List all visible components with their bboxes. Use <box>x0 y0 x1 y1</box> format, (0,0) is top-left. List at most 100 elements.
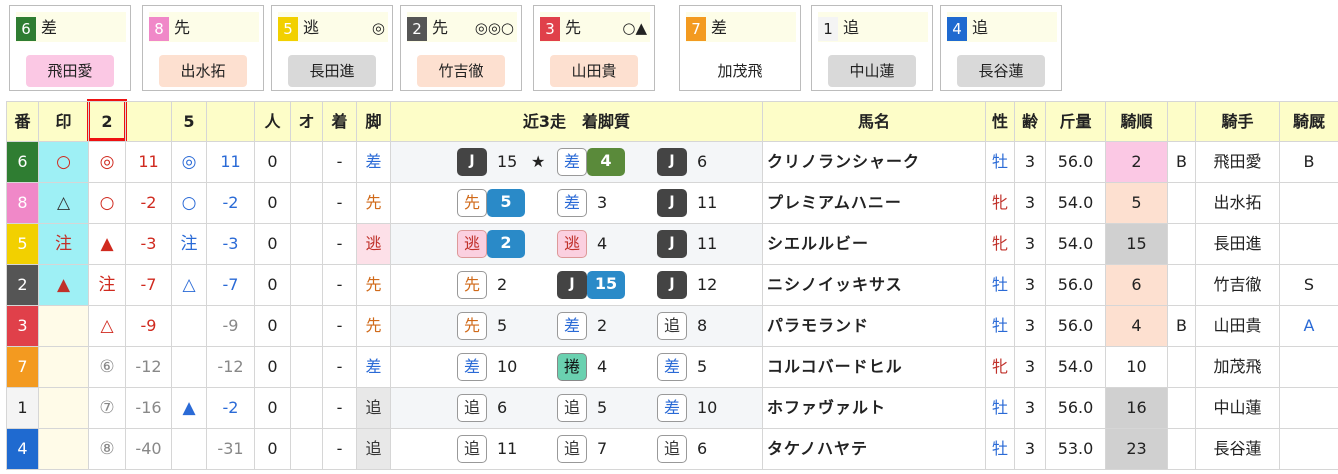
leg-style-cell: 逃 <box>357 224 390 264</box>
jockey-card[interactable]: 4 追長谷蓮 <box>940 5 1062 91</box>
leg-style-cell: 先 <box>357 265 390 305</box>
horse-name-cell[interactable]: タケノハヤテ <box>763 429 985 469</box>
post-number-badge: 8 <box>149 17 169 41</box>
horse-name-link[interactable]: コルコバードヒル <box>767 347 903 387</box>
prediction-mark-cell[interactable] <box>39 429 88 469</box>
popularity-cell: 0 <box>267 316 278 335</box>
horse-name-cell[interactable]: パラモランド <box>763 306 985 346</box>
horse-name-cell[interactable]: プレミアムハニー <box>763 183 985 223</box>
leg-style-cell: 差 <box>357 142 390 182</box>
horse-name-link[interactable]: タケノハヤテ <box>767 429 868 469</box>
odds-cell <box>291 347 322 387</box>
jockey-card[interactable]: 5 逃 ◎ 長田進 <box>271 5 393 91</box>
horse-name-cell[interactable]: シエルルビー <box>763 224 985 264</box>
jockey-card[interactable]: 6 差飛田愛 <box>9 5 131 91</box>
header-mark[interactable]: 印 <box>39 102 88 141</box>
header-horse-name[interactable]: 馬名 <box>763 102 985 141</box>
race-style-badge: 逃 <box>557 230 587 258</box>
prediction-mark-cell[interactable]: ▲ <box>39 265 88 305</box>
jockey-card-header: 5 逃 ◎ <box>278 12 388 42</box>
header-stable[interactable]: 騎厩 <box>1280 102 1338 141</box>
horse-name-cell[interactable]: クリノランシャーク <box>763 142 985 182</box>
jockey-rank-cell: 6 <box>1106 265 1167 305</box>
col2-value-cell: -12 <box>135 357 162 376</box>
prediction-mark-cell[interactable]: △ <box>39 183 88 223</box>
column-divider <box>322 101 323 470</box>
horse-name-link[interactable]: クリノランシャーク <box>767 142 920 182</box>
jockey-cell[interactable]: 長田進 <box>1196 224 1279 264</box>
horse-name-link[interactable]: ホファヴァルト <box>767 388 886 428</box>
horse-name-link[interactable]: ニシノイッキサス <box>767 265 903 305</box>
race-style-badge: 逃 <box>457 230 487 258</box>
jockey-cell[interactable]: 中山蓮 <box>1196 388 1279 428</box>
column-divider <box>1014 101 1015 470</box>
race-finish-number: 3 <box>597 193 608 212</box>
jockey-card[interactable]: 7 差加茂飛 <box>679 5 801 91</box>
prediction-mark-cell[interactable]: 注 <box>39 224 88 264</box>
race-finish-number: 15 <box>587 271 625 299</box>
col2-mark-cell: 注 <box>98 275 116 295</box>
post-number-cell: 7 <box>7 347 38 387</box>
jockey-cell[interactable]: 山田貴 <box>1196 306 1279 346</box>
jockey-cell[interactable]: 加茂飛 <box>1196 347 1279 387</box>
col5-value-cell: -3 <box>222 234 239 253</box>
header-blank[interactable] <box>1168 102 1195 141</box>
prediction-marks: ◎◎○ <box>474 19 514 37</box>
horse-name-link[interactable]: パラモランド <box>767 306 869 346</box>
jockey-card-header: 4追 <box>947 12 1057 42</box>
horse-name-cell[interactable]: コルコバードヒル <box>763 347 985 387</box>
header-sex[interactable]: 性 <box>986 102 1014 141</box>
header-jockey[interactable]: 騎手 <box>1196 102 1279 141</box>
header-col-5[interactable]: 5 <box>172 102 206 141</box>
horse-name-cell[interactable]: ニシノイッキサス <box>763 265 985 305</box>
prediction-mark-cell[interactable] <box>39 347 88 387</box>
jockey-cell[interactable]: 長谷蓮 <box>1196 429 1279 469</box>
header-jockey-rank[interactable]: 騎順 <box>1106 102 1167 141</box>
finish-cell: - <box>336 234 343 253</box>
header-weight[interactable]: 斤量 <box>1046 102 1105 141</box>
race-finish-number: 10 <box>697 398 718 417</box>
leg-style-cell: 先 <box>357 306 390 346</box>
race-style-badge: J <box>657 230 687 258</box>
blinker-flag-cell <box>1168 388 1195 428</box>
header-odds[interactable]: オ <box>291 102 322 141</box>
horse-name-link[interactable]: プレミアムハニー <box>767 183 902 223</box>
jockey-card[interactable]: 3 先 ○▲ 山田貴 <box>533 5 655 91</box>
jockey-cell[interactable]: 飛田愛 <box>1196 142 1279 182</box>
odds-cell <box>291 306 322 346</box>
header-recent-runs[interactable]: 近3走 着脚質 <box>391 102 762 141</box>
col2-mark-cell: ⑥ <box>99 357 115 377</box>
column-divider <box>38 101 39 470</box>
header-age[interactable]: 齢 <box>1015 102 1045 141</box>
race-style-badge: J <box>657 148 687 176</box>
jockey-cell[interactable]: 出水拓 <box>1196 183 1279 223</box>
header-col-2-value[interactable] <box>126 102 171 141</box>
weight-cell: 56.0 <box>1057 398 1094 417</box>
prediction-mark-cell[interactable] <box>39 388 88 428</box>
race-style-badge: 捲 <box>557 353 587 381</box>
jockey-rank-cell: 16 <box>1106 388 1167 428</box>
leg-style-cell: 差 <box>357 347 390 387</box>
race-style-badge: 追 <box>657 435 687 463</box>
horse-name-link[interactable]: シエルルビー <box>767 224 869 264</box>
jockey-card[interactable]: 2 先 ◎◎○ 竹吉徹 <box>400 5 522 91</box>
header-popularity[interactable]: 人 <box>255 102 290 141</box>
column-divider <box>254 101 255 470</box>
race-style-badge: 追 <box>457 435 487 463</box>
col2-value-cell: -7 <box>140 275 157 294</box>
prediction-mark-cell[interactable] <box>39 306 88 346</box>
post-number-cell: 6 <box>7 142 38 182</box>
header-col-5-value[interactable] <box>207 102 254 141</box>
horse-name-cell[interactable]: ホファヴァルト <box>763 388 985 428</box>
prediction-mark-cell[interactable]: ○ <box>39 142 88 182</box>
header-finish[interactable]: 着 <box>323 102 356 141</box>
stable-cell: A <box>1303 316 1315 335</box>
jockey-card[interactable]: 1 追中山蓮 <box>811 5 933 91</box>
odds-cell <box>291 142 322 182</box>
selected-column-highlight <box>87 99 127 141</box>
header-leg[interactable]: 脚 <box>357 102 390 141</box>
jockey-name-chip: 出水拓 <box>159 55 247 87</box>
header-ban[interactable]: 番 <box>7 102 38 141</box>
jockey-card[interactable]: 8 先出水拓 <box>142 5 264 91</box>
jockey-cell[interactable]: 竹吉徹 <box>1196 265 1279 305</box>
